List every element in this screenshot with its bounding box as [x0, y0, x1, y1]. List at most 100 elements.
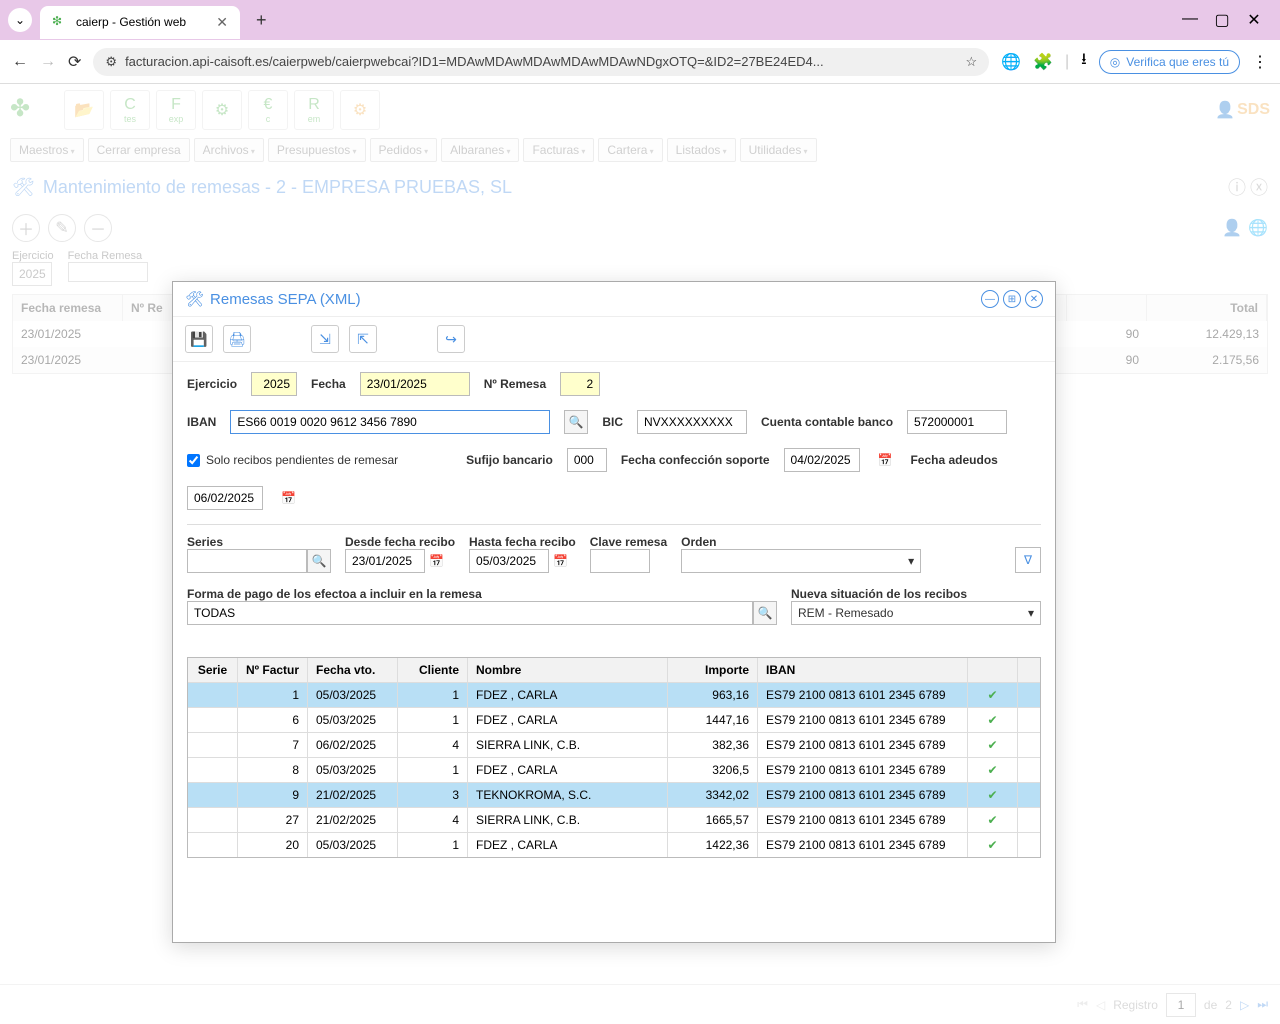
- maximize-icon[interactable]: ▢: [1212, 10, 1232, 30]
- extension-globe-icon[interactable]: 🌐: [1001, 52, 1021, 72]
- col-importe[interactable]: Importe: [668, 658, 758, 682]
- recibos-table: Serie Nº Factur Fecha vto. Cliente Nombr…: [187, 657, 1041, 858]
- col-fvto[interactable]: Fecha vto.: [308, 658, 398, 682]
- forma-label: Forma de pago de los efectoa a incluir e…: [187, 587, 777, 601]
- back-button[interactable]: ←: [12, 53, 28, 71]
- menu-icon[interactable]: ⋮: [1252, 52, 1268, 72]
- checkbox-label: Solo recibos pendientes de remesar: [206, 453, 398, 467]
- desde-input[interactable]: [345, 549, 425, 573]
- filter-button[interactable]: ∇: [1015, 547, 1041, 573]
- star-icon[interactable]: ☆: [966, 54, 978, 70]
- fadeu-input[interactable]: [187, 486, 263, 510]
- nremesa-label: Nº Remesa: [484, 377, 546, 391]
- table-row[interactable]: 706/02/20254SIERRA LINK, C.B.382,36ES79 …: [188, 732, 1040, 757]
- desde-label: Desde fecha recibo: [345, 535, 455, 549]
- iban-label: IBAN: [187, 415, 216, 429]
- export-button[interactable]: ↪: [437, 325, 465, 353]
- save-button[interactable]: 💾: [185, 325, 213, 353]
- tool-icon: 🛠: [185, 290, 204, 308]
- cuenta-input[interactable]: [907, 410, 1007, 434]
- chevron-down-icon: ▾: [908, 554, 914, 568]
- series-label: Series: [187, 535, 331, 549]
- favicon-icon: ❇: [52, 14, 68, 30]
- browser-tab-strip: ⌄ ❇ caierp - Gestión web ✕ + — ▢ ✕: [0, 0, 1280, 40]
- checkbox-input[interactable]: [187, 454, 200, 467]
- fconf-input[interactable]: [784, 448, 860, 472]
- orden-select[interactable]: ▾: [681, 549, 921, 573]
- clave-label: Clave remesa: [590, 535, 667, 549]
- modal-body: Ejercicio Fecha Nº Remesa IBAN 🔍 BIC Cue…: [173, 362, 1055, 649]
- sufijo-label: Sufijo bancario: [466, 453, 553, 467]
- clave-input[interactable]: [590, 549, 650, 573]
- downloads-icon[interactable]: ⭳: [1081, 48, 1087, 75]
- forma-input[interactable]: [187, 601, 753, 625]
- solo-pendientes-checkbox[interactable]: Solo recibos pendientes de remesar: [187, 453, 398, 467]
- hasta-input[interactable]: [469, 549, 549, 573]
- check-icon: ✔: [968, 683, 1018, 707]
- table-header: Serie Nº Factur Fecha vto. Cliente Nombr…: [188, 658, 1040, 682]
- action2-button[interactable]: ⇱: [349, 325, 377, 353]
- close-modal-icon[interactable]: ✕: [1025, 290, 1043, 308]
- situ-select[interactable]: REM - Remesado ▾: [791, 601, 1041, 625]
- orden-label: Orden: [681, 535, 1001, 549]
- situ-value: REM - Remesado: [798, 606, 893, 620]
- table-row[interactable]: 105/03/20251FDEZ , CARLA963,16ES79 2100 …: [188, 682, 1040, 707]
- calendar-icon[interactable]: 📅: [425, 554, 448, 568]
- new-tab-button[interactable]: +: [248, 10, 275, 31]
- browser-tab[interactable]: ❇ caierp - Gestión web ✕: [40, 6, 240, 39]
- fecha-input[interactable]: [360, 372, 470, 396]
- remesas-sepa-modal: 🛠 Remesas SEPA (XML) — ⊞ ✕ 💾 🖨 ⇲ ⇱ ↪ Eje…: [172, 281, 1056, 943]
- series-input[interactable]: [187, 549, 307, 573]
- col-nombre[interactable]: Nombre: [468, 658, 668, 682]
- table-row[interactable]: 921/02/20253TEKNOKROMA, S.C.3342,02ES79 …: [188, 782, 1040, 807]
- window-controls: — ▢ ✕: [1180, 10, 1272, 30]
- target-icon: ◎: [1110, 55, 1120, 69]
- col-factura[interactable]: Nº Factur: [238, 658, 308, 682]
- app-viewport: ✤ 📂 Ctes Fexp ⚙ €c Rem ⚙ 👤 SDS MaestrosC…: [0, 84, 1280, 1024]
- reload-button[interactable]: ⟳: [68, 52, 81, 72]
- tab-title: caierp - Gestión web: [76, 15, 186, 29]
- close-window-icon[interactable]: ✕: [1244, 10, 1264, 30]
- table-row[interactable]: 2005/03/20251FDEZ , CARLA1422,36ES79 210…: [188, 832, 1040, 857]
- check-icon: ✔: [968, 733, 1018, 757]
- col-serie[interactable]: Serie: [188, 658, 238, 682]
- iban-input[interactable]: [230, 410, 550, 434]
- col-iban[interactable]: IBAN: [758, 658, 968, 682]
- forward-button[interactable]: →: [40, 53, 56, 71]
- ejercicio-input[interactable]: [251, 372, 297, 396]
- table-row[interactable]: 605/03/20251FDEZ , CARLA1447,16ES79 2100…: [188, 707, 1040, 732]
- fadeu-label: Fecha adeudos: [910, 453, 997, 467]
- hasta-label: Hasta fecha recibo: [469, 535, 576, 549]
- check-icon: ✔: [968, 783, 1018, 807]
- ejercicio-label: Ejercicio: [187, 377, 237, 391]
- fecha-label: Fecha: [311, 377, 346, 391]
- calendar-icon[interactable]: 📅: [874, 453, 897, 467]
- modal-title: Remesas SEPA (XML): [210, 291, 361, 308]
- action1-button[interactable]: ⇲: [311, 325, 339, 353]
- calendar-icon[interactable]: 📅: [549, 554, 572, 568]
- forma-search-button[interactable]: 🔍: [753, 601, 777, 625]
- maximize-modal-icon[interactable]: ⊞: [1003, 290, 1021, 308]
- close-tab-icon[interactable]: ✕: [216, 14, 228, 31]
- col-cliente[interactable]: Cliente: [398, 658, 468, 682]
- minimize-icon[interactable]: —: [1180, 10, 1200, 30]
- print-button[interactable]: 🖨: [223, 325, 251, 353]
- minimize-modal-icon[interactable]: —: [981, 290, 999, 308]
- nremesa-input[interactable]: [560, 372, 600, 396]
- series-search-button[interactable]: 🔍: [307, 549, 331, 573]
- fconf-label: Fecha confección soporte: [621, 453, 770, 467]
- url-bar[interactable]: ⚙ facturacion.api-caisoft.es/caierpweb/c…: [93, 48, 989, 76]
- bic-input[interactable]: [637, 410, 747, 434]
- table-row[interactable]: 2721/02/20254SIERRA LINK, C.B.1665,57ES7…: [188, 807, 1040, 832]
- calendar-icon[interactable]: 📅: [277, 491, 300, 505]
- check-icon: ✔: [968, 808, 1018, 832]
- cuenta-label: Cuenta contable banco: [761, 415, 893, 429]
- check-icon: ✔: [968, 708, 1018, 732]
- table-row[interactable]: 805/03/20251FDEZ , CARLA3206,5ES79 2100 …: [188, 757, 1040, 782]
- sufijo-input[interactable]: [567, 448, 607, 472]
- iban-search-button[interactable]: 🔍: [564, 410, 588, 434]
- site-settings-icon[interactable]: ⚙: [105, 54, 117, 70]
- tab-list-chevron[interactable]: ⌄: [8, 8, 32, 32]
- verify-identity-pill[interactable]: ◎ Verifica que eres tú: [1099, 50, 1240, 74]
- extensions-icon[interactable]: 🧩: [1033, 52, 1053, 72]
